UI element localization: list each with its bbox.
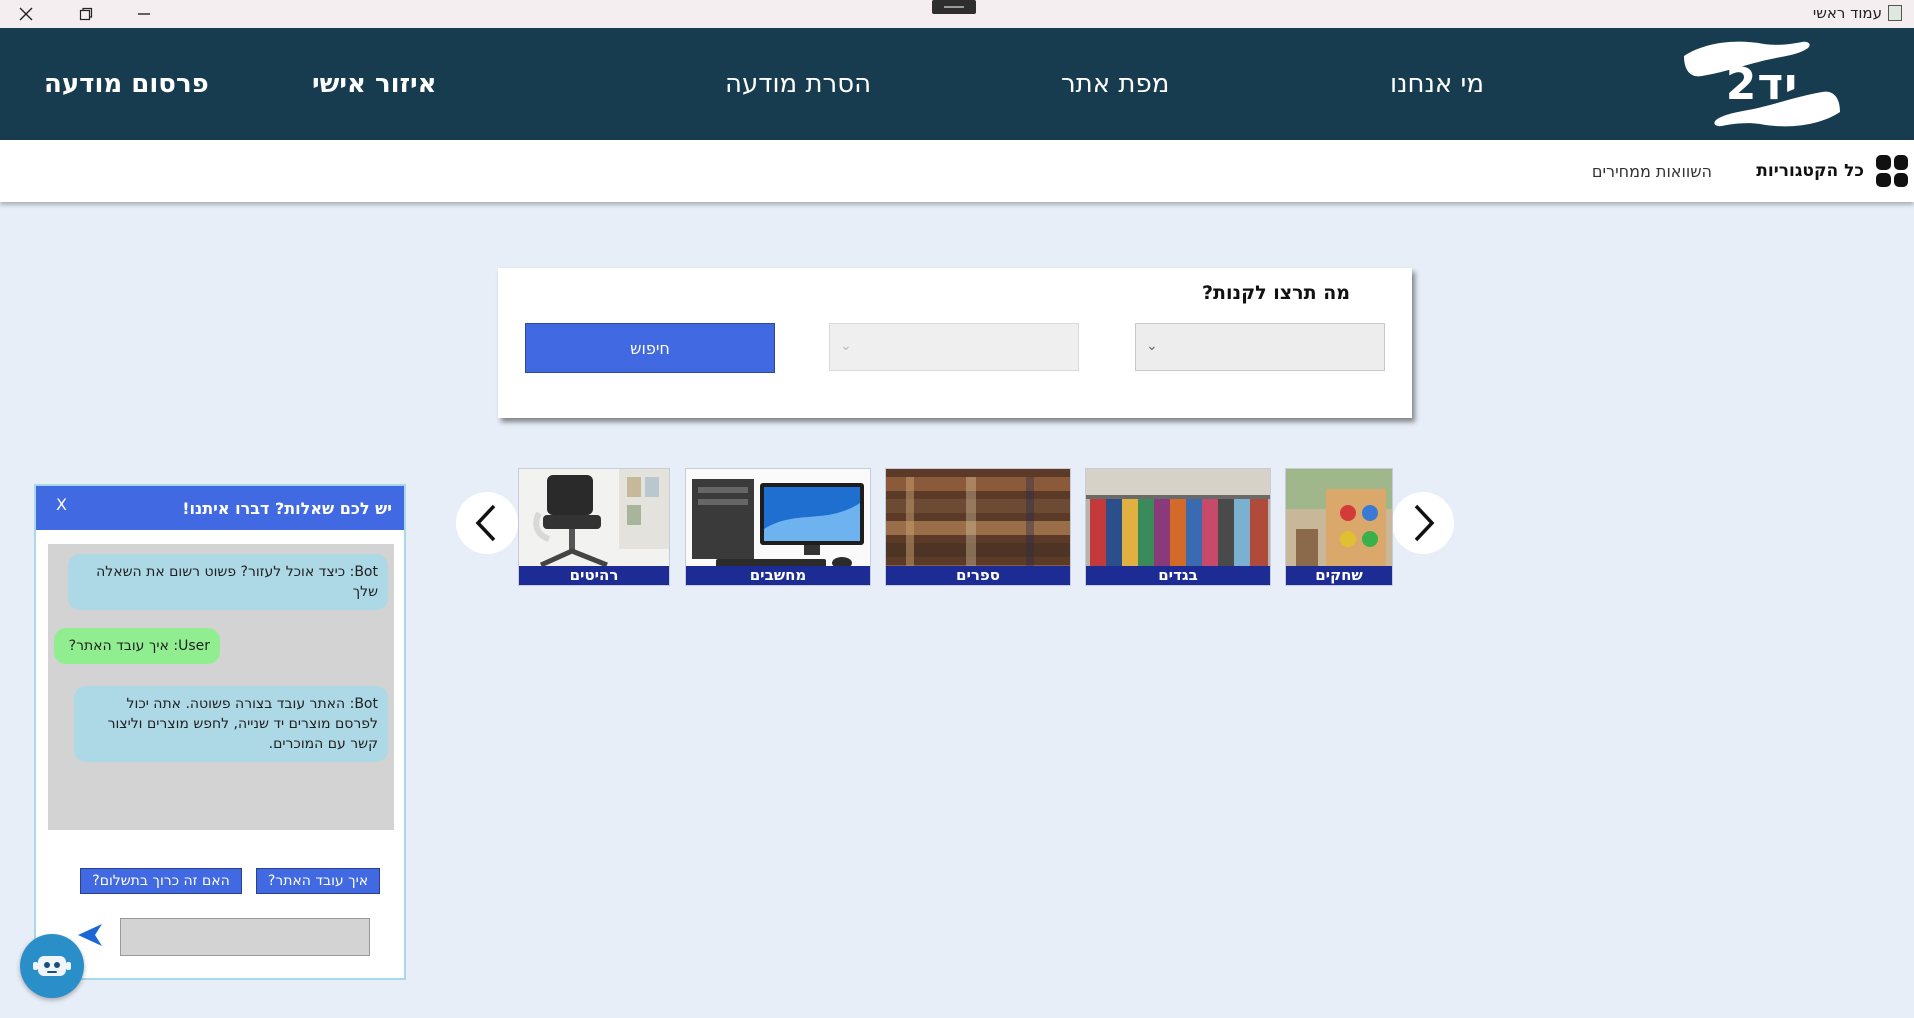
quick-reply-payment[interactable]: האם זה כרוך בתשלום?	[80, 868, 242, 894]
category-card-label: מחשבים	[686, 566, 870, 585]
minimize-icon	[138, 13, 150, 15]
quick-reply-how-it-works[interactable]: איך עובד האתר?	[256, 868, 380, 894]
restore-window-button[interactable]	[66, 0, 106, 28]
close-window-button[interactable]	[6, 0, 46, 28]
send-button[interactable]	[76, 922, 104, 952]
category-card-clothes[interactable]: בגדים	[1085, 468, 1271, 586]
chat-close-button[interactable]: X	[56, 495, 67, 514]
category-card-toys[interactable]: שחקים	[1285, 468, 1393, 586]
category-card-label: רהיטים	[519, 566, 669, 585]
category-card-label: בגדים	[1086, 566, 1270, 585]
category-card-label: שחקים	[1286, 566, 1392, 585]
chat-log: Bot: כיצד אוכל לעזור? פשוט רשום את השאלה…	[48, 544, 394, 830]
all-categories-label: כל הקטגוריות	[1756, 161, 1864, 181]
restore-icon	[79, 7, 93, 21]
grid-icon	[1876, 155, 1908, 187]
chat-message-bot: Bot: כיצד אוכל לעזור? פשוט רשום את השאלה…	[68, 554, 388, 610]
carousel-prev-button[interactable]	[456, 492, 518, 554]
robot-icon	[33, 956, 71, 976]
chat-message-bot: Bot: האתר עובד בצורה פשוטה. אתה יכול לפר…	[74, 686, 388, 762]
nav-publish-ad[interactable]: פרסום מודעה	[44, 28, 209, 140]
chat-title: יש לכם שאלות? דברו איתנו!	[182, 499, 392, 518]
app-icon	[1888, 5, 1902, 21]
chat-bot-button[interactable]	[20, 934, 84, 998]
category-card-books[interactable]: ספרים	[885, 468, 1071, 586]
nav-about[interactable]: מי אנחנו	[1390, 28, 1484, 140]
close-icon	[19, 7, 33, 21]
all-categories-button[interactable]: כל הקטגוריות	[1756, 140, 1908, 202]
search-title: מה תרצו לקנות?	[1202, 282, 1350, 304]
nav-sitemap[interactable]: מפת אתר	[1061, 28, 1169, 140]
window-title-text: עמוד ראשי	[1812, 4, 1882, 22]
search-button[interactable]: חיפוש	[525, 323, 775, 373]
category-card-label: ספרים	[886, 566, 1070, 585]
chevron-right-icon	[1414, 504, 1435, 542]
logo-text: יד2	[1725, 58, 1799, 110]
window-title: עמוד ראשי	[1813, 4, 1902, 22]
category-card-furniture[interactable]: רהיטים	[518, 468, 670, 586]
chat-message-input[interactable]	[120, 918, 370, 956]
site-logo[interactable]: יד2	[1682, 34, 1842, 134]
search-panel: מה תרצו לקנות? ⌄ ⌄ חיפוש	[498, 268, 1412, 418]
chat-message-user: User: איך עובד האתר?	[54, 628, 220, 664]
subcategory-select[interactable]: ⌄	[829, 323, 1079, 371]
chevron-left-icon	[475, 504, 496, 542]
nav-personal-area[interactable]: איזור אישי	[312, 28, 437, 140]
category-select[interactable]: ⌄	[1135, 323, 1385, 371]
price-compare-link[interactable]: השוואות ממחירים	[1592, 140, 1712, 202]
send-icon	[78, 924, 102, 946]
nav-remove-ad[interactable]: הסרת מודעה	[725, 28, 871, 140]
chevron-down-icon: ⌄	[840, 338, 852, 354]
chevron-down-icon: ⌄	[1146, 338, 1158, 354]
minimize-window-button[interactable]	[124, 0, 164, 28]
category-card-computers[interactable]: מחשבים	[685, 468, 871, 586]
carousel-next-button[interactable]	[1392, 492, 1454, 554]
chat-header: יש לכם שאלות? דברו איתנו! X	[36, 486, 404, 530]
window-title-bar: עמוד ראשי	[0, 0, 1914, 28]
window-drag-handle[interactable]	[932, 0, 976, 14]
top-navigation: יד2 מי אנחנו מפת אתר הסרת מודעה איזור אי…	[0, 28, 1914, 140]
category-bar: כל הקטגוריות השוואות ממחירים	[0, 140, 1914, 202]
chat-widget: יש לכם שאלות? דברו איתנו! X Bot: כיצד או…	[34, 484, 406, 980]
